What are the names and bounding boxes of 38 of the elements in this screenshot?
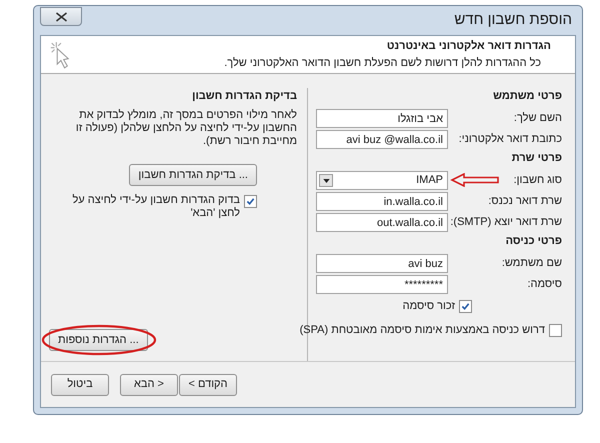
annotation-arrow [450, 173, 500, 187]
input-field[interactable]: avi buz @walla.co.il [316, 130, 448, 149]
input-field[interactable]: out.walla.co.il [316, 213, 448, 232]
checkbox[interactable] [459, 300, 472, 312]
input-field[interactable]: ********* [316, 275, 448, 294]
section-heading: בדיקת הגדרות חשבון [191, 89, 297, 104]
footer-button[interactable]: < הקודם [179, 374, 237, 396]
close-button[interactable] [40, 7, 82, 26]
field-label: השם שלך: [514, 111, 562, 126]
field-label: סוג חשבון: [514, 173, 562, 188]
description-text: לאחר מילוי הפרטים במסך זה, מומלץ לבדוק את החשבון על-ידי לחיצה על הלחצן שלהלן (פעולה זו מחייבת חיבור רשת). [74, 109, 297, 148]
section-heading: פרטי שרת [510, 151, 562, 166]
checkbox-label: דרוש כניסה באמצעות אימות סיסמה מאובטחת (SPA) [300, 322, 545, 338]
footer-button[interactable]: ביטול [51, 374, 109, 396]
field-label: שרת דואר יוצא (SMTP): [450, 215, 562, 230]
footer-button[interactable]: הבא > [120, 374, 178, 396]
field-label: שם משתמש: [502, 256, 562, 272]
field-label: כתובת דואר אלקטרוני: [458, 132, 562, 148]
input-field[interactable]: avi buz [316, 254, 448, 273]
field-label: סיסמה: [527, 277, 562, 292]
checkbox[interactable] [549, 324, 562, 336]
window-title: הוספת חשבון חדש [454, 10, 573, 30]
header-title: הגדרות דואר אלקטרוני באינטרנט [386, 39, 551, 54]
section-heading: פרטי כניסה [504, 234, 562, 249]
test-settings-button[interactable]: בדיקת הגדרות חשבון ... [129, 164, 257, 186]
checkbox-label: בדוק הגדרות חשבון על-ידי לחיצה על לחצן 'הבא' [71, 194, 240, 220]
account-type-dropdown[interactable]: IMAP [316, 171, 448, 190]
close-icon [54, 12, 68, 22]
checkbox-label: זכור סיסמה [402, 298, 455, 314]
header-subtitle: כל ההגדרות להלן דרושות לשם הפעלת חשבון הדואר האלקטרוני שלך. [224, 56, 542, 70]
more-settings-button[interactable]: הגדרות נוספות ... [49, 329, 148, 351]
input-field[interactable]: in.walla.co.il [316, 192, 448, 211]
section-heading: פרטי משתמש [492, 89, 562, 104]
dropdown-value: IMAP [416, 173, 443, 188]
field-label: שרת דואר נכנס: [488, 194, 562, 210]
checkbox[interactable] [244, 195, 257, 208]
caret-icon [319, 174, 333, 187]
input-field[interactable]: אבי בוזגלו [316, 109, 448, 128]
